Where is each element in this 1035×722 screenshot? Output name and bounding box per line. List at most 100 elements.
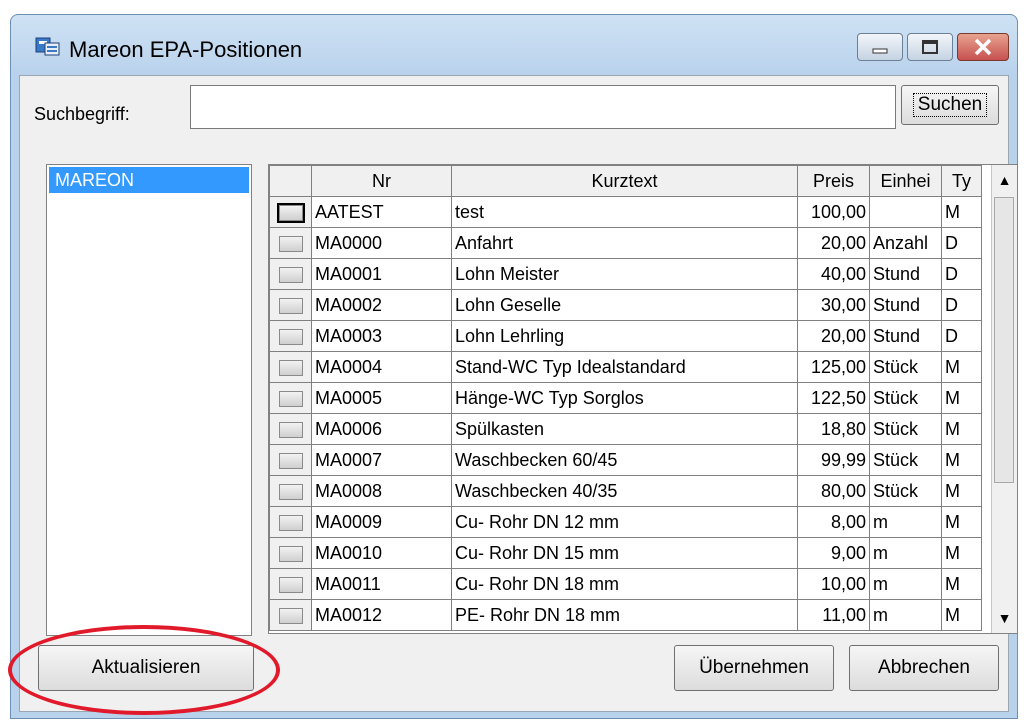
row-selector[interactable] xyxy=(269,382,312,414)
cell-einheit: Stück xyxy=(869,382,942,414)
row-selector-button[interactable] xyxy=(278,359,303,376)
row-selector-button[interactable] xyxy=(278,576,303,593)
row-selector[interactable] xyxy=(269,413,312,445)
cell-einheit: Stück xyxy=(869,413,942,445)
row-selector-button[interactable] xyxy=(278,328,303,345)
cell-preis: 30,00 xyxy=(797,289,870,321)
row-selector-button[interactable] xyxy=(278,266,303,283)
cell-typ: M xyxy=(941,382,982,414)
cell-kurztext: Hänge-WC Typ Sorglos xyxy=(451,382,798,414)
table-row[interactable]: MA0008 Waschbecken 40/35 80,00 Stück M xyxy=(269,475,989,507)
row-selector[interactable] xyxy=(269,227,312,259)
cell-einheit: m xyxy=(869,599,942,631)
row-selector[interactable] xyxy=(269,196,312,228)
table-row[interactable]: MA0003 Lohn Lehrling 20,00 Stund D xyxy=(269,320,989,352)
accept-button[interactable]: Übernehmen xyxy=(674,645,834,691)
window-title: Mareon EPA-Positionen xyxy=(69,37,303,62)
cell-preis: 11,00 xyxy=(797,599,870,631)
row-selector-button[interactable] xyxy=(278,514,303,531)
cell-preis: 122,50 xyxy=(797,382,870,414)
cell-preis: 80,00 xyxy=(797,475,870,507)
catalog-item-mareon[interactable]: MAREON xyxy=(49,167,249,193)
cell-einheit xyxy=(869,196,942,228)
row-selector-button[interactable] xyxy=(278,545,303,562)
cell-kurztext: Cu- Rohr DN 15 mm xyxy=(451,537,798,569)
cell-preis: 20,00 xyxy=(797,320,870,352)
cell-typ: D xyxy=(941,320,982,352)
table-row[interactable]: MA0006 Spülkasten 18,80 Stück M xyxy=(269,413,989,445)
search-button[interactable]: Suchen xyxy=(901,85,999,125)
row-selector-button[interactable] xyxy=(278,297,303,314)
cell-kurztext: Cu- Rohr DN 12 mm xyxy=(451,506,798,538)
table-row[interactable]: MA0001 Lohn Meister 40,00 Stund D xyxy=(269,258,989,290)
cell-scroll-gap xyxy=(982,507,989,538)
row-selector[interactable] xyxy=(269,444,312,476)
cell-nr: MA0007 xyxy=(311,444,452,476)
scroll-down-button[interactable]: ▼ xyxy=(992,603,1017,633)
row-selector-button[interactable] xyxy=(278,390,303,407)
positions-grid[interactable]: Nr Kurztext Preis Einhei Ty AATEST test 10… xyxy=(268,164,1018,634)
positions-table: Nr Kurztext Preis Einhei Ty AATEST test 10… xyxy=(269,165,989,631)
maximize-button[interactable] xyxy=(907,33,953,61)
cell-preis: 100,00 xyxy=(797,196,870,228)
column-header-typ[interactable]: Ty xyxy=(941,165,982,197)
row-selector[interactable] xyxy=(269,537,312,569)
table-row[interactable]: MA0010 Cu- Rohr DN 15 mm 9,00 m M xyxy=(269,537,989,569)
row-selector[interactable] xyxy=(269,320,312,352)
scroll-thumb[interactable] xyxy=(994,197,1014,483)
row-selector-button[interactable] xyxy=(276,202,305,223)
row-selector[interactable] xyxy=(269,568,312,600)
cancel-button[interactable]: Abbrechen xyxy=(849,645,999,691)
cell-kurztext: Anfahrt xyxy=(451,227,798,259)
cell-scroll-gap xyxy=(982,352,989,383)
scroll-up-button[interactable]: ▲ xyxy=(992,165,1017,195)
cell-kurztext: test xyxy=(451,196,798,228)
cell-kurztext: Spülkasten xyxy=(451,413,798,445)
column-header-nr[interactable]: Nr xyxy=(311,165,452,197)
table-header-row: Nr Kurztext Preis Einhei Ty xyxy=(269,165,989,197)
row-selector-button[interactable] xyxy=(278,483,303,500)
search-button-label: Suchen xyxy=(912,93,988,117)
row-selector[interactable] xyxy=(269,258,312,290)
cell-preis: 99,99 xyxy=(797,444,870,476)
row-selector-button[interactable] xyxy=(278,452,303,469)
search-input[interactable] xyxy=(190,85,896,129)
row-selector[interactable] xyxy=(269,475,312,507)
column-header-preis[interactable]: Preis xyxy=(797,165,870,197)
row-selector-button[interactable] xyxy=(278,421,303,438)
row-selector[interactable] xyxy=(269,599,312,631)
title-bar[interactable]: Mareon EPA-Positionen xyxy=(11,15,1017,75)
arrow-up-icon: ▲ xyxy=(997,172,1012,188)
cell-kurztext: Lohn Lehrling xyxy=(451,320,798,352)
column-header-kurztext[interactable]: Kurztext xyxy=(451,165,798,197)
cell-preis: 20,00 xyxy=(797,227,870,259)
cell-scroll-gap xyxy=(982,290,989,321)
row-selector[interactable] xyxy=(269,289,312,321)
cell-typ: M xyxy=(941,475,982,507)
table-row[interactable]: MA0011 Cu- Rohr DN 18 mm 10,00 m M xyxy=(269,568,989,600)
cell-nr: MA0009 xyxy=(311,506,452,538)
table-row[interactable]: MA0005 Hänge-WC Typ Sorglos 122,50 Stück M xyxy=(269,382,989,414)
column-header-einheit[interactable]: Einhei xyxy=(869,165,942,197)
table-row[interactable]: MA0000 Anfahrt 20,00 Anzahl D xyxy=(269,227,989,259)
cell-scroll-gap xyxy=(982,197,989,228)
cell-scroll-gap xyxy=(982,321,989,352)
table-row[interactable]: MA0002 Lohn Geselle 30,00 Stund D xyxy=(269,289,989,321)
table-row[interactable]: MA0012 PE- Rohr DN 18 mm 11,00 m M xyxy=(269,599,989,631)
highlight-circle xyxy=(8,625,280,715)
table-row[interactable]: MA0004 Stand-WC Typ Idealstandard 125,00 St… xyxy=(269,351,989,383)
row-selector-button[interactable] xyxy=(278,235,303,252)
table-row[interactable]: AATEST test 100,00 M xyxy=(269,196,989,228)
vertical-scrollbar[interactable]: ▲ ▼ xyxy=(991,165,1017,633)
cell-typ: M xyxy=(941,413,982,445)
minimize-button[interactable] xyxy=(857,33,903,61)
row-selector[interactable] xyxy=(269,506,312,538)
close-button[interactable] xyxy=(957,33,1009,61)
table-row[interactable]: MA0009 Cu- Rohr DN 12 mm 8,00 m M xyxy=(269,506,989,538)
table-row[interactable]: MA0007 Waschbecken 60/45 99,99 Stück M xyxy=(269,444,989,476)
cell-typ: M xyxy=(941,506,982,538)
row-selector[interactable] xyxy=(269,351,312,383)
row-selector-button[interactable] xyxy=(278,607,303,624)
cell-typ: D xyxy=(941,258,982,290)
catalog-list[interactable]: MAREON xyxy=(46,164,252,636)
